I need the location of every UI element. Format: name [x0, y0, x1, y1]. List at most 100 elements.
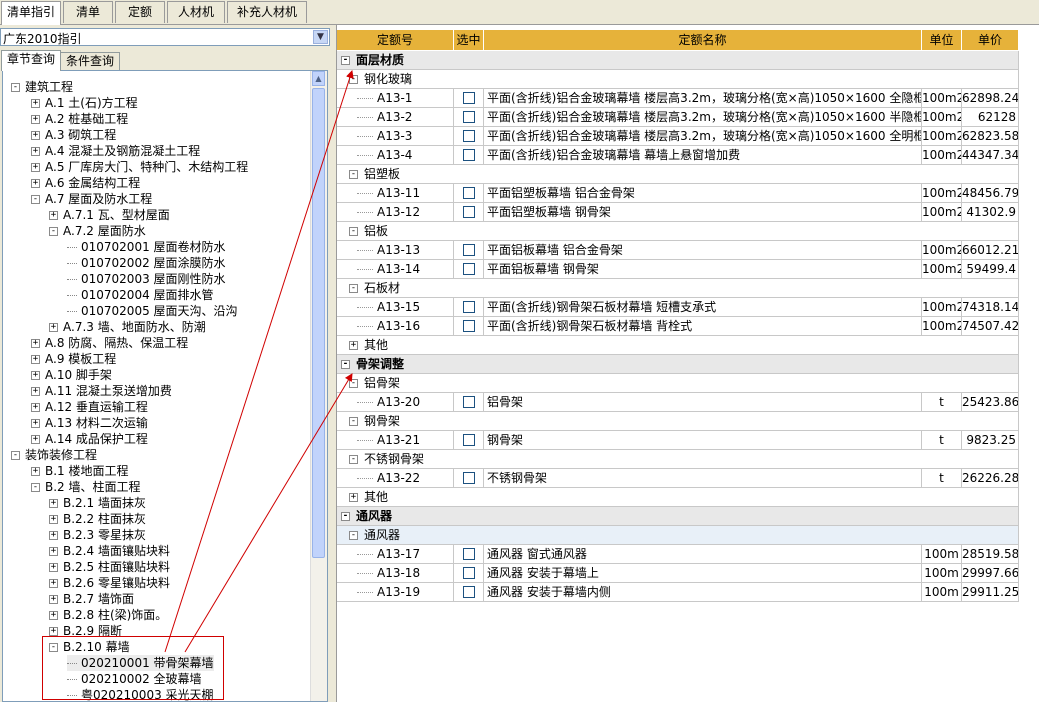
select-cell[interactable] [454, 545, 484, 564]
expand-icon[interactable]: + [31, 387, 40, 396]
tab-labor-material[interactable]: 人材机 [167, 1, 225, 23]
col-header-selected[interactable]: 选中 [454, 30, 484, 50]
collapse-icon[interactable]: - [349, 379, 358, 388]
select-checkbox[interactable] [463, 111, 475, 123]
tree-item[interactable]: 010702001 屋面卷材防水 [67, 239, 226, 255]
tree-item[interactable]: - B.2 墙、柱面工程 [31, 479, 141, 495]
tree-item[interactable]: + A.5 厂库房大门、特种门、木结构工程 [31, 159, 248, 175]
tree-item[interactable]: + B.2.2 柱面抹灰 [49, 511, 146, 527]
select-cell[interactable] [454, 260, 484, 279]
select-checkbox[interactable] [463, 396, 475, 408]
col-header-name[interactable]: 定额名称 [484, 30, 922, 50]
expand-icon[interactable]: + [49, 579, 58, 588]
expand-icon[interactable]: + [49, 627, 58, 636]
select-cell[interactable] [454, 146, 484, 165]
expand-icon[interactable]: + [31, 179, 40, 188]
tree-item[interactable]: + B.2.1 墙面抹灰 [49, 495, 146, 511]
collapse-icon[interactable]: - [349, 170, 358, 179]
expand-icon[interactable]: + [49, 323, 58, 332]
collapse-icon[interactable]: - [349, 417, 358, 426]
table-row[interactable]: A13-11 平面铝塑板幕墙 铝合金骨架 100m2 48456.79 [337, 184, 1019, 203]
table-row[interactable]: A13-18 通风器 安装于幕墙上 100m 29997.66 [337, 564, 1019, 583]
tree-item[interactable]: + B.2.4 墙面镶贴块料 [49, 543, 170, 559]
col-header-price[interactable]: 单价 [962, 30, 1019, 50]
select-cell[interactable] [454, 127, 484, 146]
select-cell[interactable] [454, 89, 484, 108]
expand-icon[interactable]: + [31, 419, 40, 428]
expand-icon[interactable]: + [31, 435, 40, 444]
expand-icon[interactable]: + [31, 115, 40, 124]
expand-icon[interactable]: + [31, 371, 40, 380]
select-checkbox[interactable] [463, 206, 475, 218]
select-cell[interactable] [454, 431, 484, 450]
table-row[interactable]: A13-3 平面(含折线)铝合金玻璃幕墙 楼层高3.2m，玻璃分格(宽×高)105… [337, 127, 1019, 146]
tree-item[interactable]: - 装饰装修工程 [11, 447, 97, 463]
select-cell[interactable] [454, 393, 484, 412]
tree-item[interactable]: + B.2.3 零星抹灰 [49, 527, 146, 543]
table-row[interactable]: A13-15 平面(含折线)钢骨架石板材幕墙 短槽支承式 100m2 74318.14 [337, 298, 1019, 317]
tree-item[interactable]: 010702004 屋面排水管 [67, 287, 214, 303]
table-row[interactable]: A13-12 平面铝塑板幕墙 钢骨架 100m2 41302.9 [337, 203, 1019, 222]
collapse-icon[interactable]: - [349, 75, 358, 84]
select-checkbox[interactable] [463, 567, 475, 579]
tree-scrollbar[interactable]: ▲ [310, 71, 327, 701]
tree-item[interactable]: + B.2.6 零星镶贴块料 [49, 575, 170, 591]
select-cell[interactable] [454, 317, 484, 336]
subgroup-row[interactable]: + 其他 [337, 336, 1019, 355]
select-checkbox[interactable] [463, 187, 475, 199]
select-cell[interactable] [454, 298, 484, 317]
scroll-thumb[interactable] [312, 88, 325, 558]
subgroup-row[interactable]: - 铝骨架 [337, 374, 1019, 393]
tree-item[interactable]: + A.6 金属结构工程 [31, 175, 140, 191]
expand-icon[interactable]: + [49, 531, 58, 540]
tree-item[interactable]: 010702005 屋面天沟、沿沟 [67, 303, 238, 319]
select-cell[interactable] [454, 241, 484, 260]
collapse-icon[interactable]: - [49, 227, 58, 236]
subgroup-row[interactable]: + 其他 [337, 488, 1019, 507]
table-row[interactable]: A13-2 平面(含折线)铝合金玻璃幕墙 楼层高3.2m，玻璃分格(宽×高)105… [337, 108, 1019, 127]
tab-condition-search[interactable]: 条件查询 [60, 52, 120, 70]
tree-item[interactable]: + A.3 砌筑工程 [31, 127, 116, 143]
tree-item[interactable]: + A.7.3 墙、地面防水、防潮 [49, 319, 206, 335]
expand-icon[interactable]: + [31, 403, 40, 412]
col-header-unit[interactable]: 单位 [922, 30, 962, 50]
subgroup-row[interactable]: - 钢化玻璃 [337, 70, 1019, 89]
table-row[interactable]: A13-17 通风器 窗式通风器 100m 28519.58 [337, 545, 1019, 564]
expand-icon[interactable]: + [49, 547, 58, 556]
expand-icon[interactable]: + [49, 515, 58, 524]
tab-supplement[interactable]: 补充人材机 [227, 1, 307, 23]
subgroup-row[interactable]: - 不锈钢骨架 [337, 450, 1019, 469]
group-row[interactable]: - 骨架调整 [337, 355, 1019, 374]
select-checkbox[interactable] [463, 130, 475, 142]
expand-icon[interactable]: + [31, 99, 40, 108]
collapse-icon[interactable]: - [31, 483, 40, 492]
tree-item[interactable]: + B.2.5 柱面镶贴块料 [49, 559, 170, 575]
select-checkbox[interactable] [463, 263, 475, 275]
table-row[interactable]: A13-1 平面(含折线)铝合金玻璃幕墙 楼层高3.2m，玻璃分格(宽×高)105… [337, 89, 1019, 108]
select-cell[interactable] [454, 184, 484, 203]
expand-icon[interactable]: + [31, 467, 40, 476]
tree-item[interactable]: + A.12 垂直运输工程 [31, 399, 148, 415]
collapse-icon[interactable]: - [349, 531, 358, 540]
collapse-icon[interactable]: - [341, 56, 350, 65]
expand-icon[interactable]: + [49, 563, 58, 572]
select-checkbox[interactable] [463, 586, 475, 598]
expand-icon[interactable]: + [31, 131, 40, 140]
select-checkbox[interactable] [463, 301, 475, 313]
subgroup-row[interactable]: - 铝塑板 [337, 165, 1019, 184]
table-row[interactable]: A13-13 平面铝板幕墙 铝合金骨架 100m2 66012.21 [337, 241, 1019, 260]
select-checkbox[interactable] [463, 149, 475, 161]
tree-item[interactable]: 010702003 屋面刚性防水 [67, 271, 226, 287]
tree-item[interactable]: + A.7.1 瓦、型材屋面 [49, 207, 170, 223]
select-checkbox[interactable] [463, 548, 475, 560]
table-row[interactable]: A13-21 钢骨架 t 9823.25 [337, 431, 1019, 450]
table-row[interactable]: A13-14 平面铝板幕墙 钢骨架 100m2 59499.4 [337, 260, 1019, 279]
tree-item[interactable]: + A.8 防腐、隔热、保温工程 [31, 335, 188, 351]
select-checkbox[interactable] [463, 472, 475, 484]
expand-icon[interactable]: + [31, 147, 40, 156]
expand-icon[interactable]: + [49, 611, 58, 620]
tree-item[interactable]: + A.10 脚手架 [31, 367, 112, 383]
tree-item[interactable]: + A.14 成品保护工程 [31, 431, 148, 447]
tab-list[interactable]: 清单 [63, 1, 113, 23]
table-row[interactable]: A13-4 平面(含折线)铝合金玻璃幕墙 幕墙上悬窗增加费 100m2 44347.3… [337, 146, 1019, 165]
